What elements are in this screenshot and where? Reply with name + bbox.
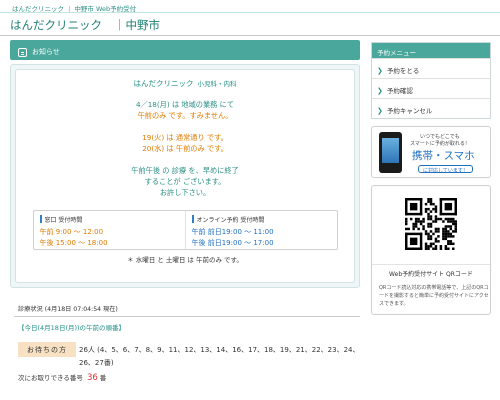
next-number: 36: [86, 373, 98, 383]
main-content: お知らせ はんだクリニック 小児科・内科 4／18(月) は 地域の業務 にて 午前…: [10, 40, 360, 288]
topbar-city: 中野市: [74, 5, 94, 13]
notice-line: 午前のみ です。すみません。: [137, 111, 233, 120]
banner-headline: 携帯・スマホ: [412, 150, 475, 162]
chevron-right-icon: ❯: [377, 67, 383, 75]
online-hours-am: 午前 前日19:00 ～ 11:00: [191, 228, 274, 236]
notice-line: 午前午後 の 診療 を、早めに終了: [131, 166, 239, 175]
waiting-list: 26人 (4、5、6、7、8、9、11、12、13、14、16、17、18、19…: [79, 346, 360, 367]
chevron-right-icon: ❯: [377, 107, 383, 115]
next-number-suffix: 番: [99, 374, 107, 382]
banner-subline: に対応しています！: [418, 165, 473, 174]
menu-item-label: 予約確認: [386, 87, 413, 95]
notice-line: [16, 154, 354, 165]
menu-item-label: 予約キャンセル: [386, 107, 433, 115]
notice-clinic-name: はんだクリニック: [133, 79, 194, 88]
menu-item-reserve[interactable]: ❯ 予約をとる: [372, 58, 490, 78]
online-hours-title: オンライン予約 受付時間: [191, 215, 332, 224]
menu-item-cancel[interactable]: ❯ 予約キャンセル: [372, 98, 490, 118]
qr-box: Web予約受付サイト QRコード QRコード読込対応の携帯電話等で、上記のQRコ…: [371, 185, 491, 315]
window-hours-pm: 午後 15:00 ～ 18:00: [39, 239, 108, 247]
online-hours-pm: 午後 前日19:00 ～ 17:00: [191, 239, 274, 247]
notice-line: することが ございます。: [144, 177, 226, 186]
mobile-banner[interactable]: いつでもどこでも スマートに予約が取れる！ 携帯・スマホ に対応しています！: [371, 126, 491, 178]
notice-box: はんだクリニック 小児科・内科 4／18(月) は 地域の業務 にて 午前のみ です…: [10, 64, 360, 288]
menu-item-label: 予約をとる: [386, 67, 420, 75]
smartphone-icon: [379, 132, 402, 173]
today-queue-title: 【今日(4月18日(月))の午前の順番】: [18, 324, 126, 332]
window-hours: 窓口 受付時間 午前 9:00 ～ 12:00 午後 15:00 ～ 18:00: [34, 211, 185, 249]
next-number-line: 次にお取りできる番号 36 番: [18, 372, 106, 383]
qr-description: QRコード読込対応の携帯電話等で、上記のQRコードを撮影すると簡単に予約受付サイ…: [379, 285, 489, 307]
clinic-city: ｜中野市: [114, 18, 160, 32]
chevron-right-icon: ❯: [377, 87, 383, 95]
holiday-note: ＊ 水曜日 と 土曜日 は 午前のみ です。: [127, 256, 243, 264]
notice-line: お許し下さい。: [159, 188, 211, 197]
site-topbar: はんだクリニック | 中野市 Web予約受付: [0, 0, 500, 13]
status-title: 診療状況 (4月18日 07:04:54 現在): [18, 306, 118, 313]
topbar-clinic-name: はんだクリニック: [12, 5, 64, 13]
online-hours: オンライン予約 受付時間 午前 前日19:00 ～ 11:00 午後 前日19:…: [184, 211, 337, 249]
notice-clinic-line: はんだクリニック 小児科・内科: [16, 78, 354, 89]
clinic-title[interactable]: はんだクリニック: [10, 18, 102, 32]
window-hours-title: 窓口 受付時間: [39, 215, 180, 224]
banner-line1: いつでもどこでも: [420, 134, 460, 140]
notice-line: [16, 121, 354, 132]
sidebar: 予約メニュー ❯ 予約をとる ❯ 予約確認 ❯ 予約キャンセル いつでもどこでも スマ…: [371, 42, 491, 315]
hours-table: 窓口 受付時間 午前 9:00 ～ 12:00 午後 15:00 ～ 18:00…: [32, 210, 338, 250]
topbar-service: Web予約受付: [95, 5, 137, 13]
notice-line: 19(火) は 通常通り です。: [142, 133, 228, 142]
menu-item-confirm[interactable]: ❯ 予約確認: [372, 78, 490, 98]
banner-line2: スマートに予約が取れる！: [410, 141, 470, 147]
topbar-separator: |: [68, 5, 71, 13]
notice-content: はんだクリニック 小児科・内科 4／18(月) は 地域の業務 にて 午前のみ です…: [15, 69, 355, 283]
notice-line: 4／18(月) は 地域の業務 にて: [135, 100, 235, 109]
status-divider: [14, 316, 360, 317]
waiting-label: お待ちの方: [18, 342, 76, 357]
reservation-menu-title: 予約メニュー: [372, 43, 490, 58]
notice-title: お知らせ: [32, 48, 60, 56]
notice-icon: [18, 47, 27, 57]
site-header: はんだクリニック ｜中野市: [0, 13, 500, 36]
notice-message: 4／18(月) は 地域の業務 にて 午前のみ です。すみません。 19(火) は…: [16, 99, 354, 198]
qr-caption: Web予約受付サイト QRコード: [372, 264, 490, 278]
notice-line: 20(水) は 午前のみ です。: [142, 144, 228, 153]
reservation-menu: 予約メニュー ❯ 予約をとる ❯ 予約確認 ❯ 予約キャンセル: [371, 42, 491, 119]
next-number-prefix: 次にお取りできる番号: [18, 374, 83, 382]
window-hours-am: 午前 9:00 ～ 12:00: [39, 228, 104, 236]
notice-header: お知らせ: [10, 40, 360, 60]
notice-departments: 小児科・内科: [197, 80, 237, 88]
qr-code-icon: [405, 198, 457, 250]
